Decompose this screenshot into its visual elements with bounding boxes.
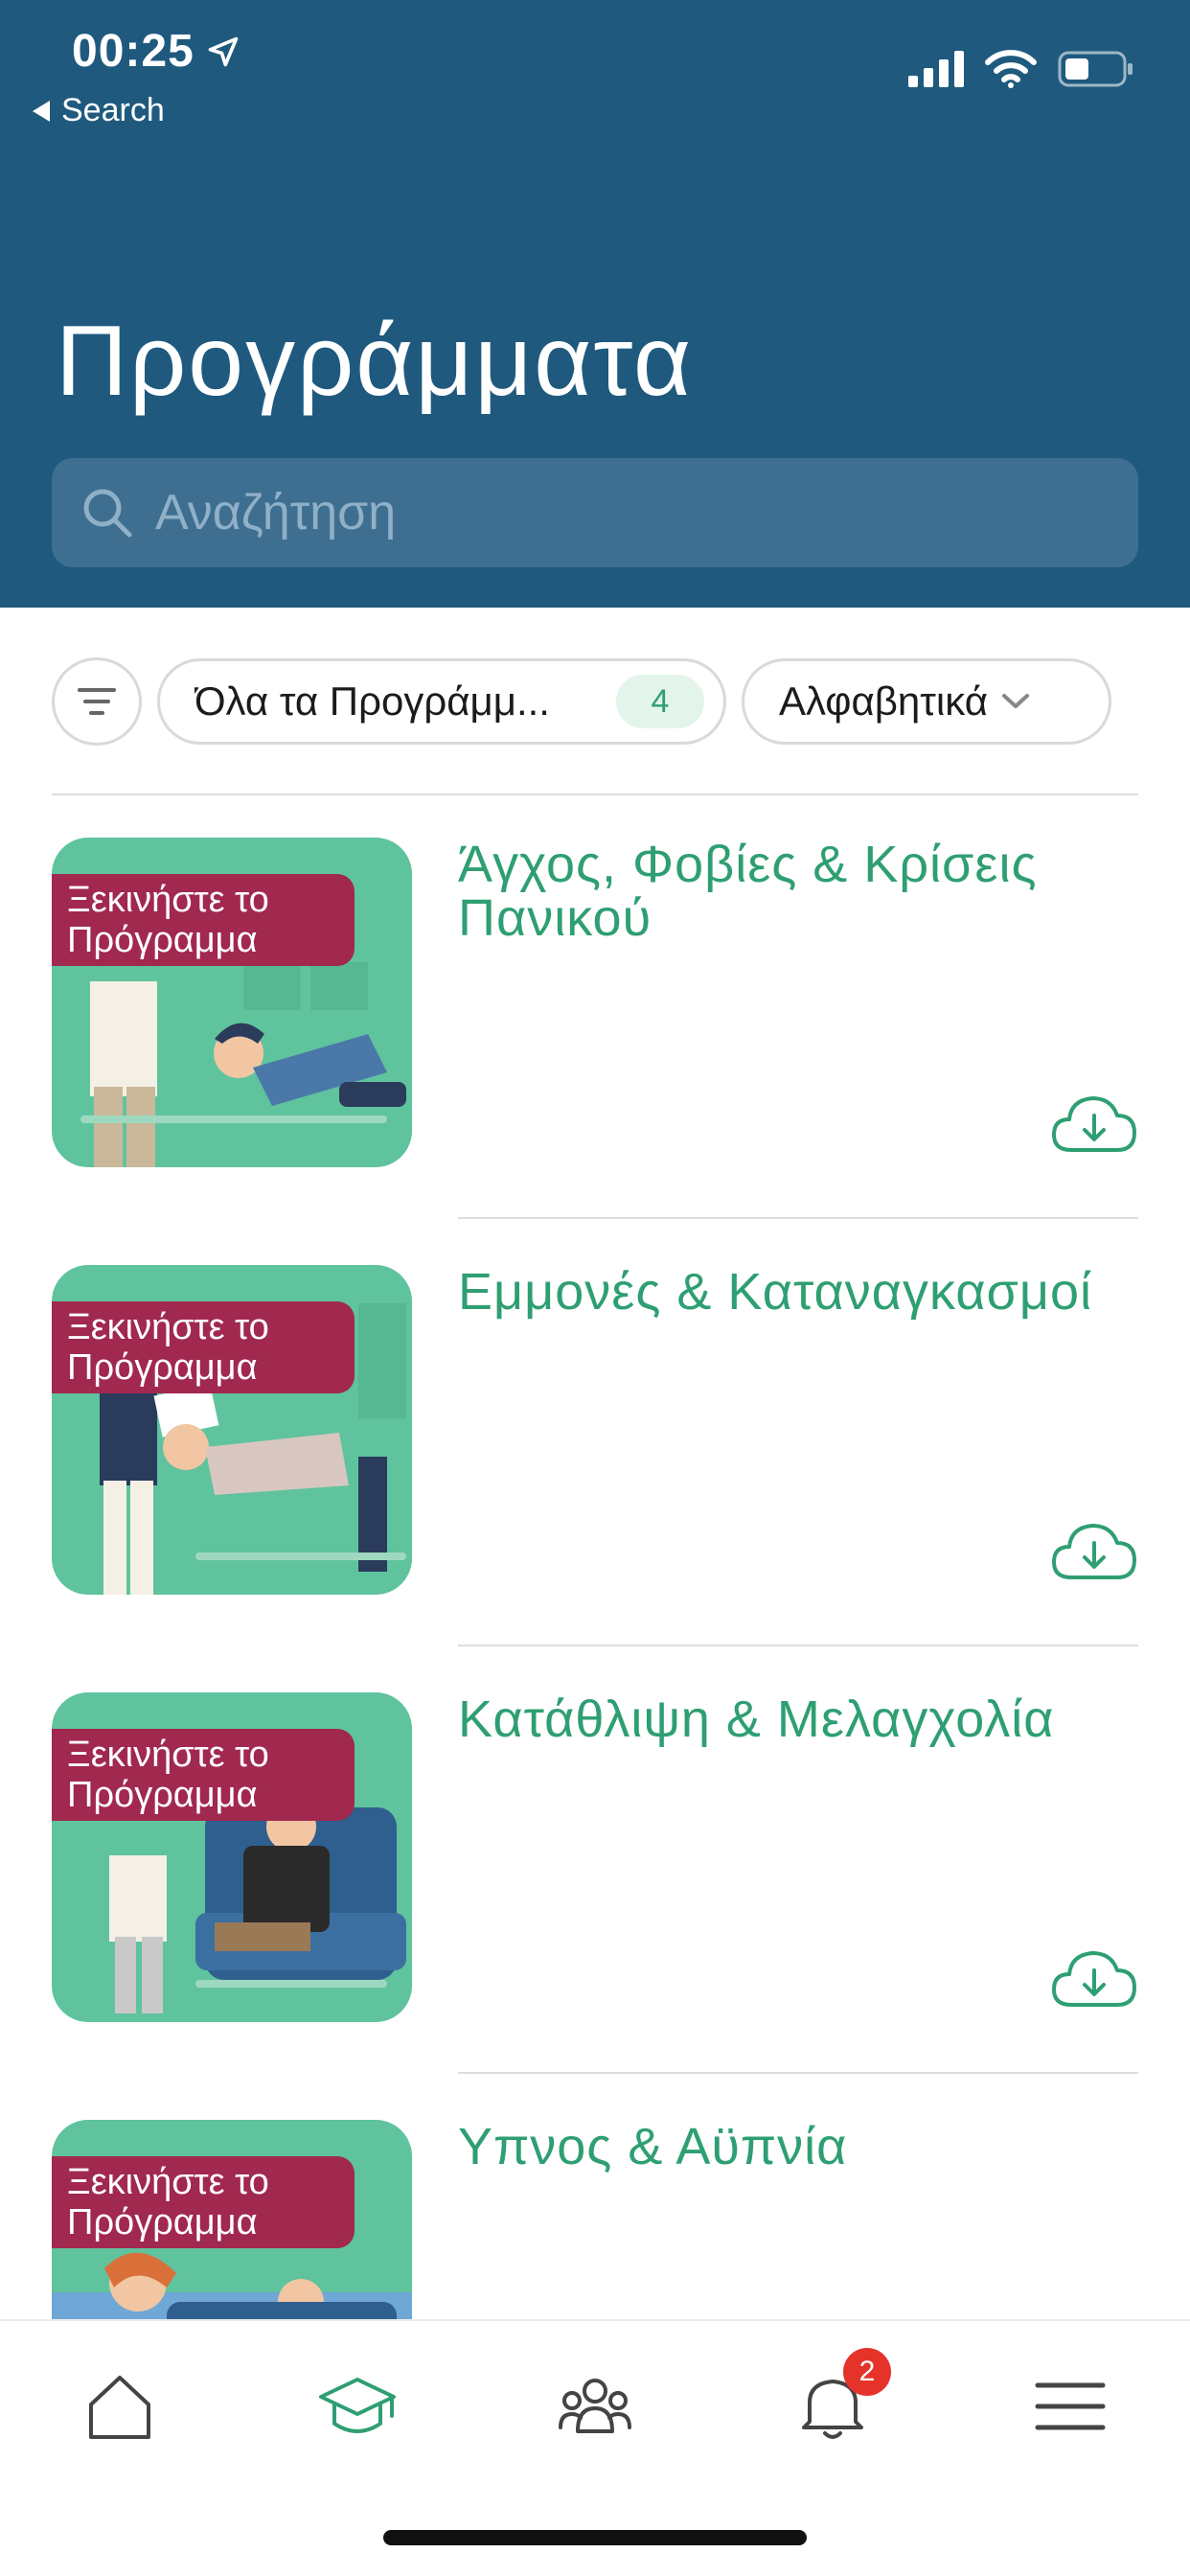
program-thumbnail: Ξεκινήστε το Πρόγραμμα [52, 1265, 412, 1595]
divider [458, 1217, 1138, 1219]
program-item[interactable]: Ξεκινήστε το Πρόγραμμα Άγχος, Φοβίες & Κ… [52, 838, 1138, 1219]
divider [52, 794, 1138, 795]
back-triangle-icon [33, 100, 50, 122]
tab-home[interactable] [77, 2363, 163, 2450]
tab-community[interactable] [552, 2363, 638, 2450]
download-cloud-icon[interactable] [1050, 1945, 1138, 2012]
programs-filter-pill[interactable]: Όλα τα Προγράμμ... 4 [157, 658, 726, 745]
divider [458, 1644, 1138, 1646]
program-thumbnail: Ξεκινήστε το Πρόγραμμα [52, 1692, 412, 2022]
status-icons [908, 50, 1134, 88]
search-input[interactable] [155, 484, 1018, 541]
program-title[interactable]: Άγχος, Φοβίες & Κρίσεις Πανικού [458, 838, 1129, 945]
divider [458, 2072, 1138, 2074]
wifi-icon [985, 50, 1037, 88]
program-item[interactable]: Ξεκινήστε το Πρόγραμμα Κατάθλιψη & Μελαγ… [52, 1692, 1138, 2074]
signal-icon [908, 51, 964, 87]
graduation-cap-icon [319, 2378, 396, 2433]
page-title: Προγράμματα [56, 306, 694, 417]
start-program-badge: Ξεκινήστε το Πρόγραμμα [52, 2156, 355, 2248]
start-program-badge: Ξεκινήστε το Πρόγραμμα [52, 1729, 355, 1821]
program-title[interactable]: Εμμονές & Καταναγκασμοί [458, 1265, 1129, 1319]
program-thumbnail: Ξεκινήστε το Πρόγραμμα [52, 838, 412, 1167]
notification-count-badge: 2 [843, 2348, 891, 2396]
tab-menu[interactable] [1027, 2363, 1113, 2450]
battery-icon [1058, 51, 1133, 87]
community-icon [559, 2379, 631, 2433]
chevron-down-icon [1001, 694, 1029, 708]
tab-programs[interactable] [314, 2363, 400, 2450]
back-label: Search [61, 92, 165, 128]
home-indicator[interactable] [383, 2530, 807, 2545]
start-program-badge: Ξεκινήστε το Πρόγραμμα [52, 1301, 355, 1393]
home-icon [89, 2376, 150, 2439]
back-to-search-link[interactable]: Search [33, 92, 165, 129]
program-title[interactable]: Υπνος & Αϋπνία [458, 2120, 1129, 2174]
filter-row: Όλα τα Προγράμμ... 4 Αλφαβητικά [52, 657, 1138, 746]
sort-dropdown[interactable]: Αλφαβητικά [742, 658, 1111, 745]
filter-button[interactable] [52, 657, 142, 746]
hamburger-menu-icon [1035, 2382, 1106, 2430]
download-cloud-icon[interactable] [1050, 1091, 1138, 1158]
program-item[interactable]: Ξεκινήστε το Πρόγραμμα Εμμονές & Καταναγ… [52, 1265, 1138, 1646]
programs-count-badge: 4 [616, 675, 704, 728]
filter-icon [78, 688, 116, 715]
program-title[interactable]: Κατάθλιψη & Μελαγχολία [458, 1692, 1129, 1746]
start-program-badge: Ξεκινήστε το Πρόγραμμα [52, 874, 355, 966]
search-icon [83, 489, 132, 538]
sort-label: Αλφαβητικά [779, 678, 988, 724]
header: 00:25 Search Προγράμματα [0, 0, 1190, 608]
search-bar[interactable] [52, 458, 1138, 567]
programs-filter-label: Όλα τα Προγράμμ... [195, 678, 550, 724]
location-arrow-icon [208, 36, 239, 66]
download-cloud-icon[interactable] [1050, 1518, 1138, 1585]
status-time: 00:25 [72, 25, 240, 78]
